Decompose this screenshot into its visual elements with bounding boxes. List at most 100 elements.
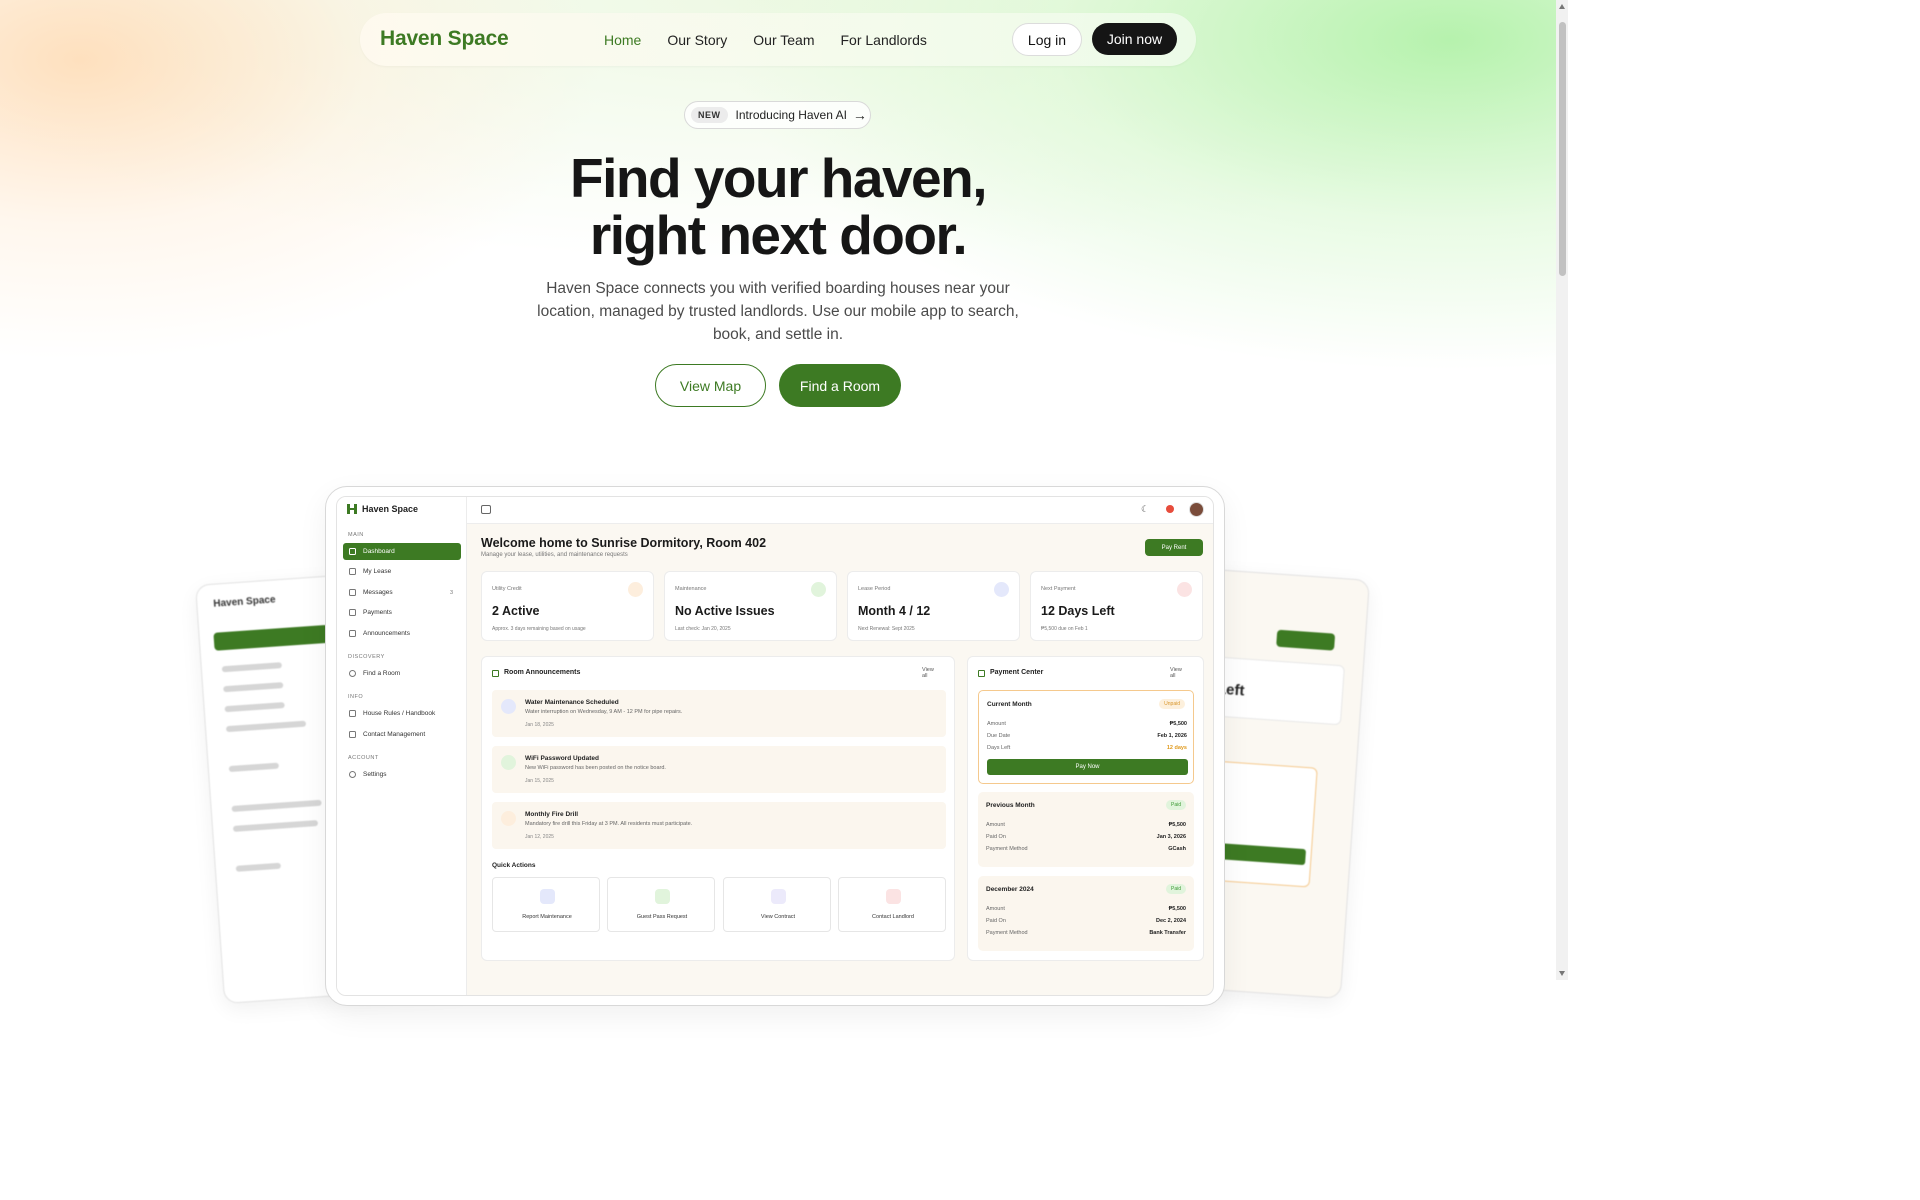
notification-bell-icon[interactable]: [1166, 505, 1174, 513]
room-announcements-panel: Room Announcements View all Water Mainte…: [481, 656, 955, 961]
phone-icon: [349, 731, 356, 738]
row-label: Paid On: [986, 918, 1006, 924]
row-value: ₱5,500: [1168, 822, 1186, 828]
left-preview-item: [232, 820, 319, 832]
payment-row: Due Date Feb 1, 2026: [987, 733, 1187, 739]
announcement-item[interactable]: Monthly Fire Drill Mandatory fire drill …: [492, 802, 946, 849]
hero-title: Find your haven, right next door.: [0, 150, 1556, 264]
sidebar-item-label: Contact Management: [363, 731, 426, 738]
row-label: Payment Method: [986, 846, 1028, 852]
top-navigation: Haven Space Home Our Story Our Team For …: [360, 13, 1196, 66]
scroll-up-icon[interactable]: [1559, 4, 1565, 9]
row-label: Amount: [986, 822, 1005, 828]
welcome-subtitle: Manage your lease, utilities, and mainte…: [481, 552, 628, 558]
sidebar-item-label: House Rules / Handbook: [363, 710, 436, 717]
view-all-link[interactable]: View all: [1170, 667, 1182, 679]
sidebar-item-messages[interactable]: Messages 3: [343, 584, 461, 601]
sidebar-section-info: INFO: [348, 694, 364, 700]
avatar[interactable]: [1189, 502, 1204, 517]
welcome-title: Welcome home to Sunrise Dormitory, Room …: [481, 536, 767, 550]
left-preview-item: [231, 799, 322, 812]
row-value: ₱5,500: [1169, 721, 1187, 727]
announcement-item[interactable]: WiFi Password Updated New WiFi password …: [492, 746, 946, 793]
payment-row: Paid On Jan 3, 2026: [986, 834, 1186, 840]
payment-row: Days Left 12 days: [987, 745, 1187, 751]
announcement-pill[interactable]: NEW Introducing Haven AI →: [684, 101, 871, 129]
left-preview-item: [223, 682, 284, 693]
view-map-button[interactable]: View Map: [655, 364, 766, 407]
moon-icon[interactable]: ☾: [1141, 504, 1149, 515]
view-all-label-2: all: [1170, 673, 1176, 679]
quick-action-contact-landlord[interactable]: Contact Landlord: [838, 877, 946, 932]
status-badge: Paid: [1165, 884, 1186, 894]
row-value: ₱5,500: [1168, 906, 1186, 912]
sidebar-item-label: Dashboard: [363, 548, 395, 555]
sidebar-item-settings[interactable]: Settings: [343, 766, 461, 783]
sidebar-item-payments[interactable]: Payments: [343, 604, 461, 621]
sidebar-item-find-room[interactable]: Find a Room: [343, 665, 461, 682]
payment-card-title: Previous Month: [986, 802, 1035, 809]
join-now-button[interactable]: Join now: [1092, 23, 1177, 55]
left-preview-brand: Haven Space: [213, 594, 276, 610]
stat-note: Next Renewal: Sept 2025: [858, 626, 915, 632]
announcement-item[interactable]: Water Maintenance Scheduled Water interr…: [492, 690, 946, 737]
sidebar-item-label: Payments: [363, 609, 392, 616]
nav-link-for-landlords[interactable]: For Landlords: [840, 32, 926, 48]
quick-action-label: Guest Pass Request: [636, 914, 688, 920]
sidebar-item-my-lease[interactable]: My Lease: [343, 563, 461, 580]
nav-link-home[interactable]: Home: [604, 32, 641, 48]
hero-subtitle: Haven Space connects you with verified b…: [537, 280, 1019, 343]
pay-now-button[interactable]: Pay Now: [987, 759, 1188, 775]
find-room-button[interactable]: Find a Room: [779, 364, 901, 407]
payment-card-previous: Previous Month Paid Amount ₱5,500 Paid On…: [978, 792, 1194, 867]
left-preview-item: [225, 720, 307, 733]
hero-title-line-1: Find your haven,: [569, 147, 988, 209]
quick-action-view-contract[interactable]: View Contract: [723, 877, 831, 932]
quick-action-label: Report Maintenance: [522, 914, 572, 920]
book-icon: [349, 710, 356, 717]
chat-icon: [886, 889, 901, 904]
nav-link-our-story[interactable]: Our Story: [667, 32, 727, 48]
brand-logo[interactable]: Haven Space: [380, 27, 509, 51]
left-preview-item: [235, 862, 281, 872]
card-icon: [978, 670, 985, 677]
sidebar-item-announcements[interactable]: Announcements: [343, 625, 461, 642]
stat-label: Next Payment: [1041, 586, 1076, 592]
sidebar-item-dashboard[interactable]: Dashboard: [343, 543, 461, 560]
login-button[interactable]: Log in: [1012, 23, 1082, 56]
quick-action-report-maintenance[interactable]: Report Maintenance: [492, 877, 600, 932]
payment-row: Payment Method Bank Transfer: [986, 930, 1186, 936]
payment-row: Payment Method GCash: [986, 846, 1186, 852]
view-all-link[interactable]: View all: [922, 667, 934, 679]
pay-rent-button[interactable]: Pay Rent: [1145, 539, 1203, 556]
check-icon: [811, 582, 826, 597]
stat-value: Month 4 / 12: [858, 604, 931, 618]
sidebar-item-contact-management[interactable]: Contact Management: [343, 726, 461, 743]
sidebar-item-house-rules[interactable]: House Rules / Handbook: [343, 705, 461, 722]
quick-actions-title: Quick Actions: [492, 862, 536, 869]
row-label: Due Date: [987, 733, 1011, 739]
payment-row: Amount ₱5,500: [986, 822, 1186, 828]
quick-action-guest-pass[interactable]: Guest Pass Request: [607, 877, 715, 932]
payment-row: Amount ₱5,500: [987, 721, 1187, 727]
announcement-title: Monthly Fire Drill: [525, 811, 579, 818]
sidebar-item-label: Find a Room: [363, 670, 401, 677]
wallet-icon: [1177, 582, 1192, 597]
announcement-title: Water Maintenance Scheduled: [525, 699, 619, 706]
home-icon: [349, 548, 356, 555]
row-label: Payment Method: [986, 930, 1028, 936]
sidebar-item-label: My Lease: [363, 568, 392, 575]
scroll-down-icon[interactable]: [1559, 971, 1565, 976]
document-icon: [771, 889, 786, 904]
page-scrollbar[interactable]: [1556, 0, 1568, 980]
sidebar-toggle-icon[interactable]: [481, 505, 491, 514]
left-preview-item: [221, 662, 283, 673]
announcement-description: Water interruption on Wednesday, 9 AM - …: [525, 709, 683, 715]
nav-link-our-team[interactable]: Our Team: [753, 32, 814, 48]
stat-note: Last check: Jan 20, 2025: [675, 626, 731, 632]
row-value: Jan 3, 2026: [1156, 834, 1186, 840]
payment-row: Paid On Dec 2, 2024: [986, 918, 1186, 924]
scrollbar-thumb[interactable]: [1559, 22, 1566, 276]
status-badge: Unpaid: [1159, 699, 1185, 709]
right-preview-button: [1276, 629, 1336, 651]
